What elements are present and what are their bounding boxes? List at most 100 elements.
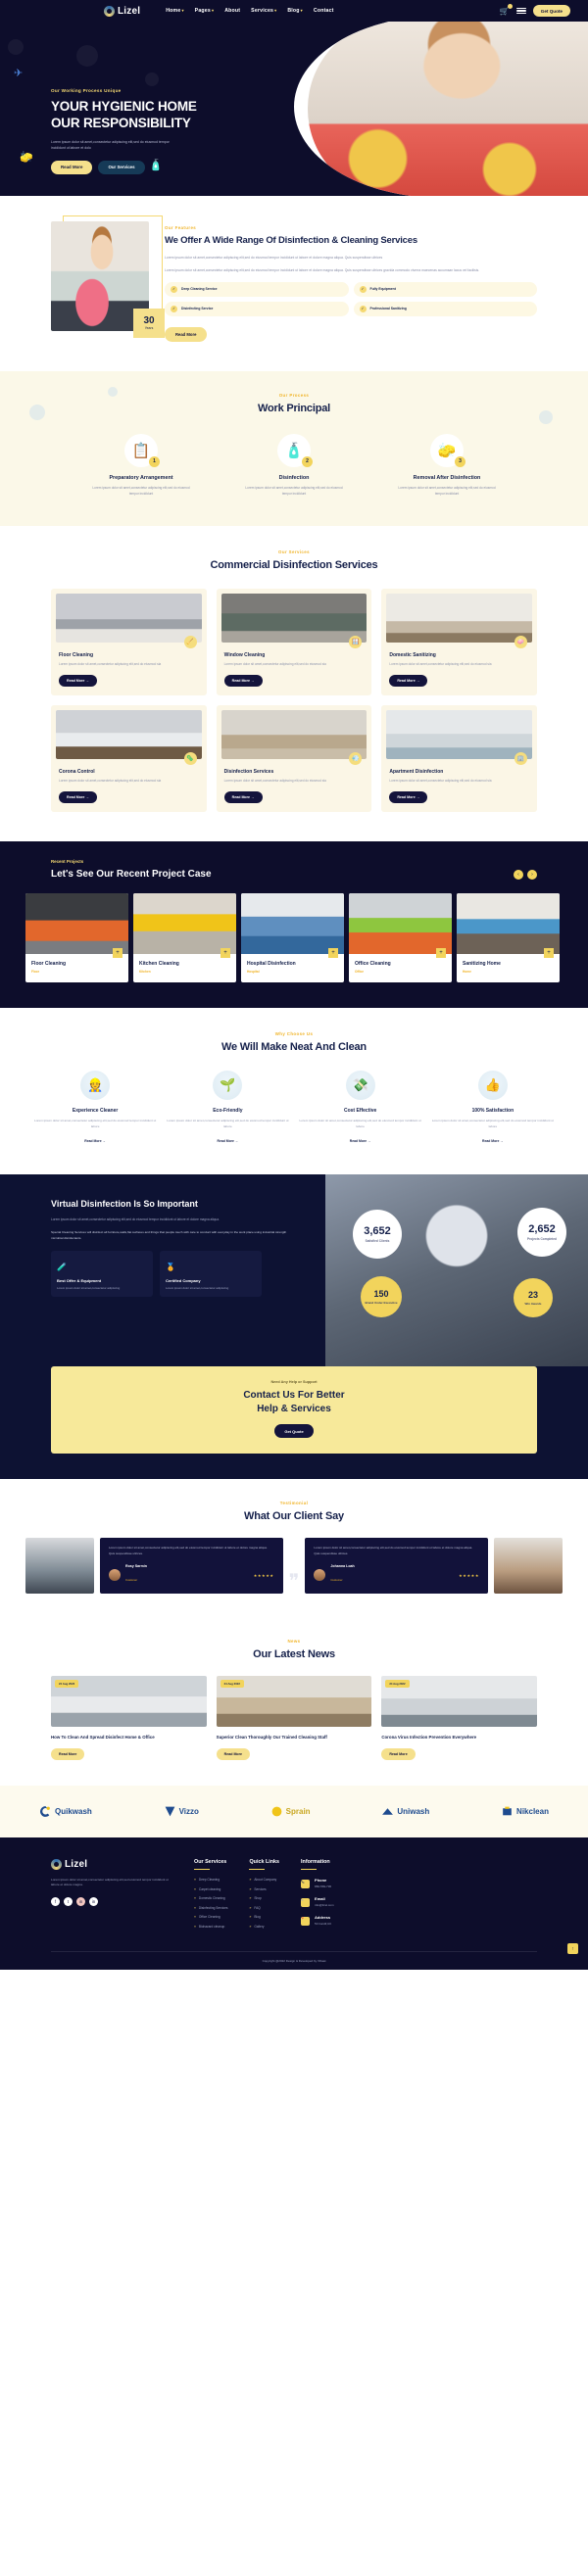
brand-logo[interactable]: Lizel: [104, 5, 140, 17]
service-card[interactable]: 🧼 Domestic Sanitizing Lorem ipsum dolor …: [381, 589, 537, 696]
why-read-more-link[interactable]: Read More →: [84, 1139, 106, 1143]
step-text: Lorem ipsum dolor sit amet,consectetur a…: [398, 485, 496, 496]
why-read-more-link[interactable]: Read More →: [218, 1139, 239, 1143]
hero-our-services-button[interactable]: Our Services: [98, 160, 145, 174]
nav-item-pages[interactable]: Pages▾: [195, 8, 215, 14]
testimonial-title: What Our Client Say: [244, 1510, 344, 1523]
news-read-more-button[interactable]: Read More: [381, 1747, 416, 1760]
news-read-more-button[interactable]: Read More: [216, 1747, 251, 1760]
brand-label: Vizzo: [178, 1806, 199, 1816]
brand-label: Uniwash: [397, 1806, 430, 1816]
list-item[interactable]: » Shop: [249, 1896, 279, 1900]
service-text: Lorem ipsum dolor sit amet,consectetur a…: [223, 779, 326, 784]
step-item: 🧽 3 Removal After Disinfection Lorem ips…: [392, 433, 502, 498]
news-card[interactable]: 24 Aug 2022 Superior Clean Thoroughly Ou…: [216, 1676, 372, 1760]
nav-item-blog[interactable]: Blog▾: [287, 8, 303, 14]
service-read-more-button[interactable]: Read More →: [389, 675, 428, 688]
cta-get-quote-button[interactable]: Get Quote: [274, 1424, 314, 1439]
project-image: [133, 892, 236, 954]
news-card[interactable]: 24 Aug 2022 Corona Virus Infection Preve…: [381, 1676, 537, 1760]
why-card: 🌱 Eco-Friendly Lorem ipsum dolor sit ame…: [166, 1070, 289, 1147]
why-cards: 👷 Experience Cleaner Lorem ipsum dolor s…: [33, 1070, 555, 1147]
logo-icon: [51, 1858, 62, 1870]
service-card[interactable]: 🧹 Floor Cleaning Lorem ipsum dolor sit a…: [51, 589, 207, 696]
service-card[interactable]: 🏢 Apartment Disinfection Lorem ipsum dol…: [381, 705, 537, 812]
hero-read-more-button[interactable]: Read More: [51, 160, 93, 174]
service-title: Floor Cleaning: [59, 652, 93, 659]
nav-item-about[interactable]: About: [224, 8, 240, 14]
footer-brand[interactable]: Lizel: [51, 1858, 172, 1870]
project-card[interactable]: + Kitchen Cleaning Kitchen: [133, 892, 236, 982]
service-read-more-button[interactable]: Read More →: [59, 790, 97, 803]
service-card[interactable]: 🪟 Window Cleaning Lorem ipsum dolor sit …: [216, 589, 372, 696]
instagram-icon[interactable]: in: [76, 1897, 85, 1907]
testimonial-card: Lorem ipsum dolor sit amet,consectetur a…: [100, 1538, 283, 1595]
project-card[interactable]: + Hospital Disinfection Hospital: [241, 892, 344, 982]
page-root: Lizel Home▾ Pages▾ About Services▾ Blog▾…: [0, 0, 588, 1971]
next-arrow-icon[interactable]: ›: [527, 869, 537, 880]
list-item[interactable]: » Gallery: [249, 1925, 279, 1929]
get-quote-button[interactable]: Get Quote: [532, 5, 570, 17]
nav-item-home[interactable]: Home▾: [166, 8, 183, 14]
why-read-more-link[interactable]: Read More →: [482, 1139, 504, 1143]
decor-bubble: [145, 72, 159, 86]
list-item[interactable]: » Disinfecting Services: [194, 1906, 227, 1910]
stat-label: Satisfied Clients: [365, 1239, 390, 1244]
cta-title-line1: Contact Us For Better: [243, 1390, 345, 1402]
offer-image-wrap: 30 Years: [51, 215, 165, 342]
cart-icon[interactable]: 🛒: [500, 3, 513, 16]
plus-icon[interactable]: +: [544, 947, 554, 958]
project-title: Kitchen Cleaning: [139, 960, 179, 967]
list-item[interactable]: » FAQ: [249, 1906, 279, 1910]
facebook-icon[interactable]: f: [51, 1897, 60, 1907]
list-item[interactable]: » About Company: [249, 1878, 279, 1882]
plus-icon[interactable]: +: [220, 947, 230, 958]
service-card[interactable]: 🦠 Corona Control Lorem ipsum dolor sit a…: [51, 705, 207, 812]
news-grid: 24 Aug 2022 How To Clean And Spread Disi…: [51, 1676, 537, 1760]
nav-item-services[interactable]: Services▾: [251, 8, 276, 14]
list-item[interactable]: » Services: [249, 1887, 279, 1891]
site-footer: Lizel Lorem ipsum dolor sit amet,consect…: [0, 1837, 588, 1971]
list-item[interactable]: » Blog: [249, 1915, 279, 1919]
service-read-more-button[interactable]: Read More →: [223, 790, 263, 803]
project-card[interactable]: + Office Cleaning Office: [349, 892, 452, 982]
project-image: [457, 892, 560, 954]
why-read-more-link[interactable]: Read More →: [350, 1139, 371, 1143]
project-card[interactable]: + Sanitizing Home Home: [457, 892, 560, 982]
why-card-text: Lorem ipsum dolor sit amet,consectetur a…: [431, 1118, 554, 1128]
news-card[interactable]: 24 Aug 2022 How To Clean And Spread Disi…: [51, 1676, 207, 1760]
service-card[interactable]: 💨 Disinfection Services Lorem ipsum dolo…: [216, 705, 372, 812]
plus-icon[interactable]: +: [113, 947, 122, 958]
list-item[interactable]: » Carpet cleaning: [194, 1887, 227, 1891]
virtual-box-title: Best Offer & Equipment: [57, 1278, 102, 1284]
service-read-more-button[interactable]: Read More →: [389, 790, 428, 803]
prev-arrow-icon[interactable]: ‹: [514, 869, 523, 880]
offer-read-more-button[interactable]: Read More: [165, 326, 208, 342]
check-icon: ✓: [171, 305, 177, 312]
projects-label: Recent Projects: [51, 858, 84, 864]
linkedin-icon[interactable]: in: [89, 1897, 98, 1907]
service-read-more-button[interactable]: Read More →: [223, 675, 263, 688]
list-item[interactable]: » Office Cleaning: [194, 1915, 227, 1919]
plus-icon[interactable]: +: [436, 947, 446, 958]
decor-bubble: [29, 404, 45, 420]
projects-carousel[interactable]: + Floor Cleaning Floor + Kitchen Cleanin…: [0, 892, 588, 982]
testimonial-role: Customer: [330, 1578, 343, 1583]
list-item[interactable]: » Deep Cleaning: [194, 1878, 227, 1882]
twitter-icon[interactable]: t: [64, 1897, 73, 1907]
news-read-more-button[interactable]: Read More: [51, 1747, 85, 1760]
project-meta: Kitchen Cleaning Kitchen: [133, 954, 236, 982]
nav-item-contact[interactable]: Contact: [314, 8, 334, 14]
sprain-logo-icon: [271, 1806, 282, 1817]
list-item[interactable]: » Biohazard cleanup: [194, 1925, 227, 1929]
stat-value: 3,652: [364, 1225, 391, 1238]
plus-icon[interactable]: +: [328, 947, 338, 958]
project-card[interactable]: + Floor Cleaning Floor: [25, 892, 128, 982]
back-to-top-button[interactable]: ↑: [567, 1943, 578, 1955]
chevron-right-icon: »: [194, 1896, 196, 1901]
menu-icon[interactable]: [515, 7, 526, 15]
service-read-more-button[interactable]: Read More →: [59, 675, 97, 688]
list-item[interactable]: » Domestic Cleaning: [194, 1896, 227, 1900]
news-title: Our Latest News: [253, 1648, 335, 1661]
service-image: 🦠: [56, 710, 202, 766]
